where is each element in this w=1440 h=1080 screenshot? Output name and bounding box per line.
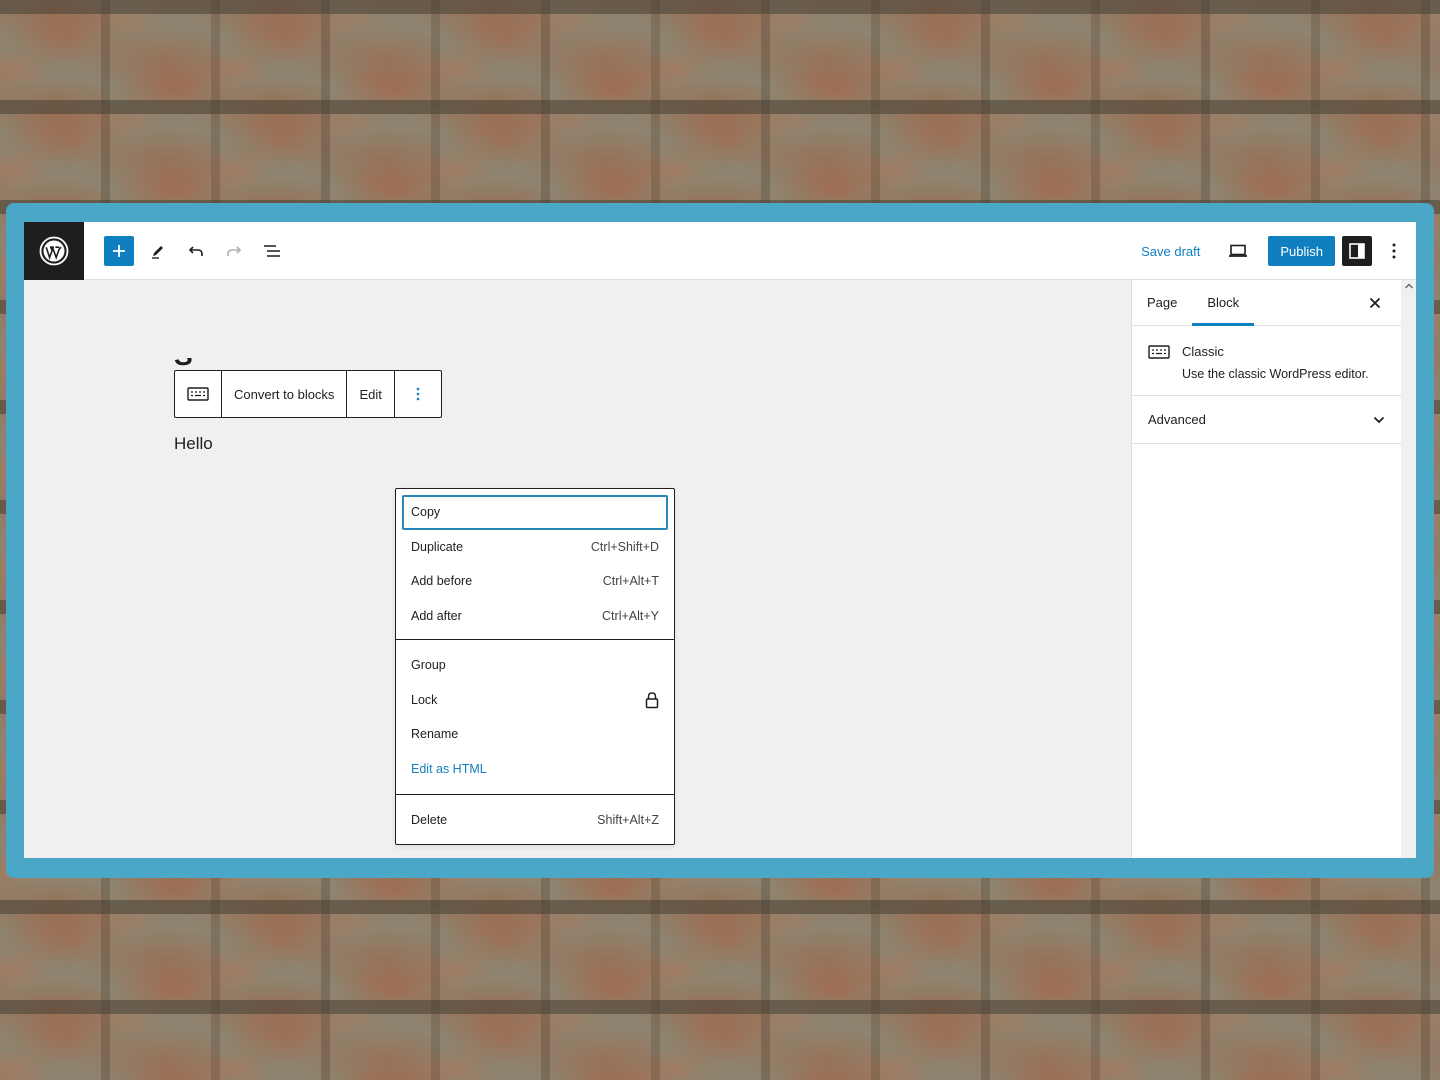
tab-block[interactable]: Block [1192, 280, 1254, 326]
menu-item-shortcut: Ctrl+Shift+D [590, 539, 659, 554]
menu-item-edit-as-html[interactable]: Edit as HTML [402, 752, 668, 787]
redo-icon [227, 245, 242, 256]
menu-item-duplicate[interactable]: Duplicate Ctrl+Shift+D [402, 530, 668, 565]
menu-item-label: Duplicate [411, 539, 464, 554]
tab-block-label: Block [1207, 295, 1240, 310]
edit-button[interactable]: Edit [347, 371, 395, 417]
menu-item-label: Rename [411, 727, 459, 742]
post-title[interactable]: S [174, 358, 264, 370]
block-card-text: Classic Use the classic WordPress editor… [1182, 344, 1369, 381]
tab-page[interactable]: Page [1132, 280, 1192, 325]
block-description: Use the classic WordPress editor. [1182, 367, 1369, 381]
menu-item-group[interactable]: Group [402, 648, 668, 683]
redo-button[interactable] [218, 235, 250, 267]
menu-item-add-after[interactable]: Add after Ctrl+Alt+Y [402, 599, 668, 634]
advanced-panel-toggle[interactable]: Advanced [1132, 396, 1401, 444]
advanced-label: Advanced [1148, 412, 1206, 427]
convert-to-blocks-button[interactable]: Convert to blocks [222, 371, 348, 417]
menu-item-shortcut: Ctrl+Alt+T [602, 574, 659, 589]
tab-page-label: Page [1147, 295, 1178, 310]
menu-group-delete: Delete Shift+Alt+Z [396, 795, 674, 844]
laptop-icon [1229, 244, 1248, 257]
post-title-text: S [174, 358, 264, 370]
block-options-button[interactable] [395, 371, 441, 417]
publish-button[interactable]: Publish [1268, 236, 1335, 266]
menu-item-label: Add before [411, 574, 473, 589]
classic-block-content[interactable]: Hello [174, 434, 213, 454]
menu-item-shortcut: Ctrl+Alt+Y [602, 608, 659, 623]
list-view-button[interactable] [256, 235, 288, 267]
block-editor: Save draft Publish Convert to blocks Edi… [24, 222, 1416, 858]
preview-button[interactable] [1222, 235, 1254, 267]
menu-item-label: Delete [411, 813, 448, 828]
block-type-button[interactable] [175, 371, 222, 417]
editor-canvas[interactable]: S Convert to blocks Edit [24, 280, 1130, 858]
block-card: Classic Use the classic WordPress editor… [1132, 326, 1401, 396]
settings-toggle-button[interactable] [1342, 236, 1372, 266]
pencil-icon [152, 245, 163, 259]
menu-item-add-before[interactable]: Add before Ctrl+Alt+T [402, 564, 668, 599]
menu-item-label: Add after [411, 608, 462, 623]
close-sidebar-button[interactable] [1365, 293, 1385, 313]
scroll-up-icon[interactable] [1404, 282, 1414, 290]
menu-item-rename[interactable]: Rename [402, 717, 668, 752]
editor-header: Save draft Publish [24, 222, 1416, 280]
save-draft-button[interactable]: Save draft [1141, 244, 1200, 259]
menu-item-label: Copy [411, 505, 441, 520]
block-icon [1148, 344, 1182, 381]
menu-item-delete[interactable]: Delete Shift+Alt+Z [402, 803, 668, 838]
lock-icon [645, 691, 659, 708]
menu-group-tools: Group Lock Rename Edit as HTML [396, 640, 674, 795]
menu-item-label: Group [411, 658, 446, 673]
menu-item-label: Edit as HTML [411, 761, 487, 776]
menu-group-edit: Copy Duplicate Ctrl+Shift+D Add before C… [396, 489, 674, 640]
header-actions: Save draft Publish [1141, 222, 1416, 280]
more-vertical-icon [416, 387, 420, 401]
tools-button[interactable] [142, 235, 174, 267]
sidebar-tabs: Page Block [1132, 280, 1401, 326]
menu-item-label: Lock [411, 692, 438, 707]
block-options-menu: Copy Duplicate Ctrl+Shift+D Add before C… [395, 488, 675, 845]
list-view-icon [264, 244, 280, 257]
undo-button[interactable] [180, 235, 212, 267]
keyboard-icon [187, 387, 209, 401]
block-title: Classic [1182, 344, 1224, 359]
publish-label: Publish [1280, 243, 1323, 259]
close-icon [1369, 297, 1381, 309]
undo-icon [188, 245, 203, 256]
options-button[interactable] [1378, 235, 1410, 267]
block-toolbar: Convert to blocks Edit [174, 370, 442, 418]
more-vertical-icon [1392, 243, 1396, 259]
menu-item-shortcut: Shift+Alt+Z [597, 813, 659, 828]
plus-icon [113, 244, 125, 257]
chevron-down-icon [1373, 416, 1385, 423]
convert-to-blocks-label: Convert to blocks [234, 386, 335, 402]
settings-sidebar: Page Block Classic Use the classic WordP [1131, 280, 1401, 858]
keyboard-icon [1148, 345, 1170, 359]
sidebar-toggle-icon [1349, 243, 1365, 259]
menu-item-copy[interactable]: Copy [402, 495, 668, 530]
scrollbar[interactable] [1402, 280, 1416, 858]
edit-label: Edit [359, 386, 382, 402]
block-inserter-button[interactable] [104, 235, 134, 266]
wordpress-logo-icon[interactable] [24, 222, 84, 280]
menu-item-lock[interactable]: Lock [402, 683, 668, 718]
